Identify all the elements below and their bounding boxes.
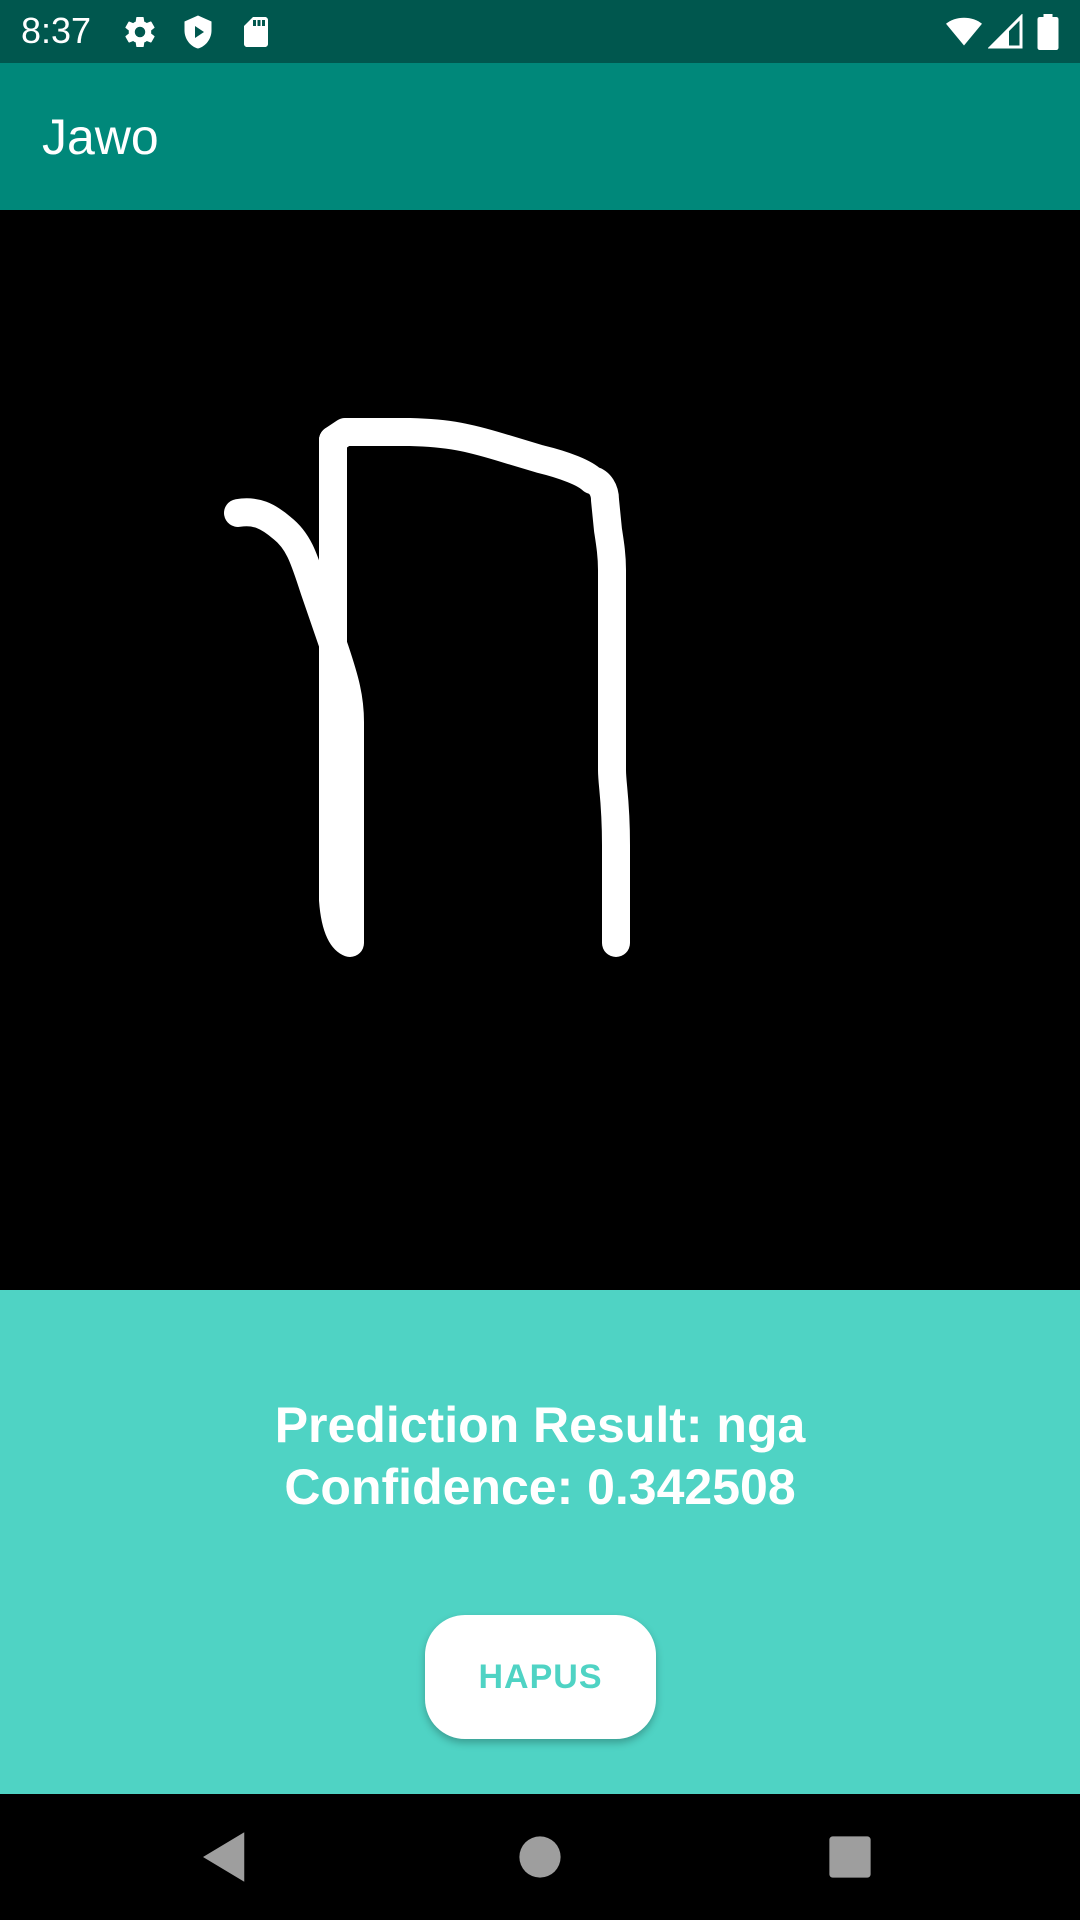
clear-button[interactable]: HAPUS (425, 1615, 656, 1739)
home-icon[interactable] (507, 1824, 573, 1890)
handwritten-stroke (224, 418, 630, 957)
stroke-top-right (319, 418, 630, 957)
app-bar: Jawo (0, 63, 1080, 210)
recents-icon[interactable] (817, 1824, 883, 1890)
shield-icon (180, 14, 216, 50)
battery-icon (1036, 14, 1060, 50)
wifi-icon (944, 14, 984, 50)
app-title: Jawo (42, 109, 159, 165)
settings-icon (122, 14, 158, 50)
status-time: 8:37 (21, 10, 92, 51)
result-panel: Prediction Result: nga Confidence: 0.342… (0, 1290, 1080, 1794)
sd-card-icon (238, 14, 274, 50)
drawing-canvas[interactable] (0, 210, 1080, 1290)
prediction-result: Prediction Result: nga (274, 1397, 806, 1453)
signal-icon (988, 14, 1024, 50)
nav-bar (0, 1794, 1080, 1920)
result-text: Prediction Result: nga Confidence: 0.342… (0, 1394, 1080, 1518)
back-icon[interactable] (192, 1824, 258, 1890)
status-bar: 8:37 (0, 0, 1080, 63)
stroke-left-hook (224, 426, 364, 957)
confidence-value: Confidence: 0.342508 (284, 1459, 796, 1515)
